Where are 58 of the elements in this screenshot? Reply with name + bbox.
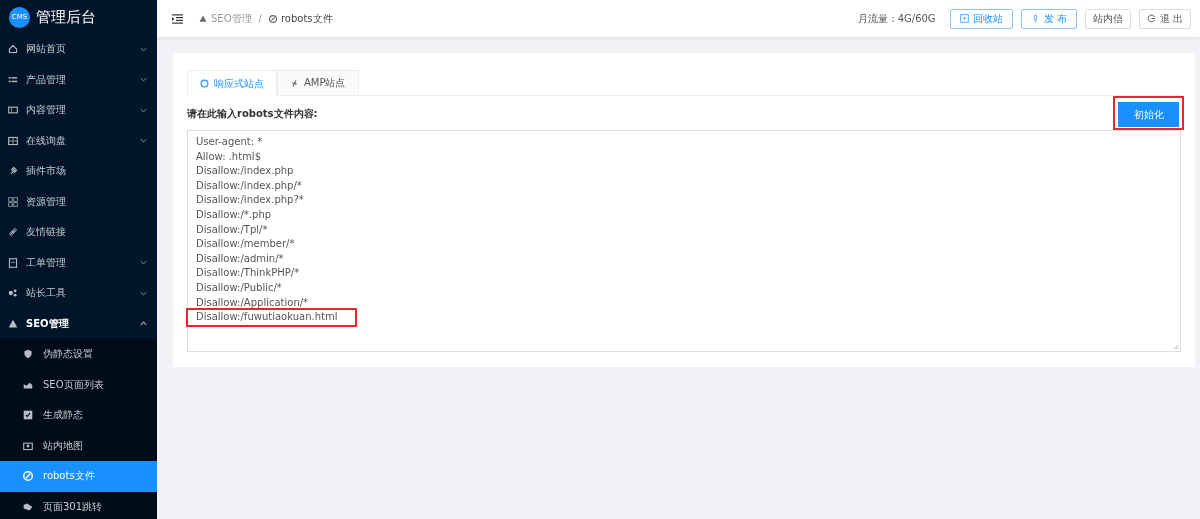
pin-icon	[8, 166, 18, 177]
map-icon	[23, 440, 33, 451]
squares-icon	[8, 196, 18, 207]
text-line: Disallow:/*.php	[195, 207, 272, 222]
breadcrumb-separator: /	[258, 13, 262, 24]
sidebar-item[interactable]: SEO管理	[0, 308, 157, 339]
highlighted-text-line: Disallow:/fuwutiaokuan.html	[188, 310, 356, 325]
text-line: Disallow:/Public/*	[195, 280, 282, 295]
warning-icon	[199, 14, 207, 23]
house-icon	[8, 44, 18, 55]
sidebar-subitem[interactable]: 生成静态	[0, 400, 157, 431]
upload-icon	[959, 14, 969, 23]
menu-icon[interactable]	[172, 13, 183, 24]
warning-icon	[8, 318, 18, 329]
checkbox-icon	[23, 410, 33, 421]
link-icon	[8, 227, 18, 238]
sidebar-item[interactable]: 在线询盘	[0, 125, 157, 156]
text-line: Disallow:/Application/*	[195, 295, 309, 310]
text-line: Allow: .html$	[195, 149, 261, 164]
resize-handle-icon[interactable]	[1173, 344, 1179, 350]
sidebar-subitem[interactable]: 站内地图	[0, 430, 157, 461]
sidebar-subitem[interactable]: 伪静态设置	[0, 339, 157, 370]
grid-icon	[8, 105, 18, 116]
circle-icon	[200, 79, 209, 88]
field-label: 请在此输入robots文件内容:	[187, 106, 318, 121]
sidebar-item[interactable]: 内容管理	[0, 95, 157, 126]
text-line: Disallow:/ThinkPHP/*	[195, 266, 300, 281]
text-line: Disallow:/index.php/*	[195, 178, 302, 193]
tab[interactable]: AMP站点	[277, 70, 359, 95]
list-icon	[8, 74, 18, 85]
text-line: Disallow:/index.php	[195, 164, 294, 179]
table-icon	[8, 135, 18, 146]
text-line: User-agent: *	[195, 135, 263, 149]
no-entry-icon	[23, 471, 33, 482]
header-button[interactable]: 退 出	[1138, 8, 1191, 29]
breadcrumb-link[interactable]: robots文件	[280, 11, 333, 26]
header-button[interactable]: 站内信	[1084, 8, 1131, 29]
sidebar-item[interactable]: 资源管理	[0, 186, 157, 217]
text-line: Disallow:/index.php?*	[195, 193, 304, 208]
text-line: Disallow:/admin/*	[195, 251, 284, 266]
shield-icon	[23, 349, 33, 360]
sidebar-subitem[interactable]: SEO页面列表	[0, 369, 157, 400]
sidebar-item[interactable]: 友情链接	[0, 217, 157, 248]
app-title: 管理后台	[36, 7, 96, 27]
traffic-label: 月流量：4G/60G	[857, 11, 936, 26]
sidebar-item[interactable]: 工单管理	[0, 247, 157, 278]
sidebar-item[interactable]: 产品管理	[0, 64, 157, 95]
gears-icon	[8, 288, 18, 299]
sidebar-item[interactable]: 网站首页	[0, 34, 157, 65]
sidebar-item[interactable]: 站长工具	[0, 278, 157, 309]
sidebar-subitem[interactable]: 页面301跳转	[0, 491, 157, 519]
text-line: Disallow:/Tpl/*	[195, 222, 268, 237]
sidebar-item[interactable]: 插件市场	[0, 156, 157, 187]
logout-icon	[1146, 14, 1156, 23]
no-entry-icon	[268, 14, 277, 23]
document-icon	[8, 257, 18, 268]
text-area[interactable]	[187, 130, 1181, 352]
text-line: Disallow:/member/*	[195, 237, 295, 252]
